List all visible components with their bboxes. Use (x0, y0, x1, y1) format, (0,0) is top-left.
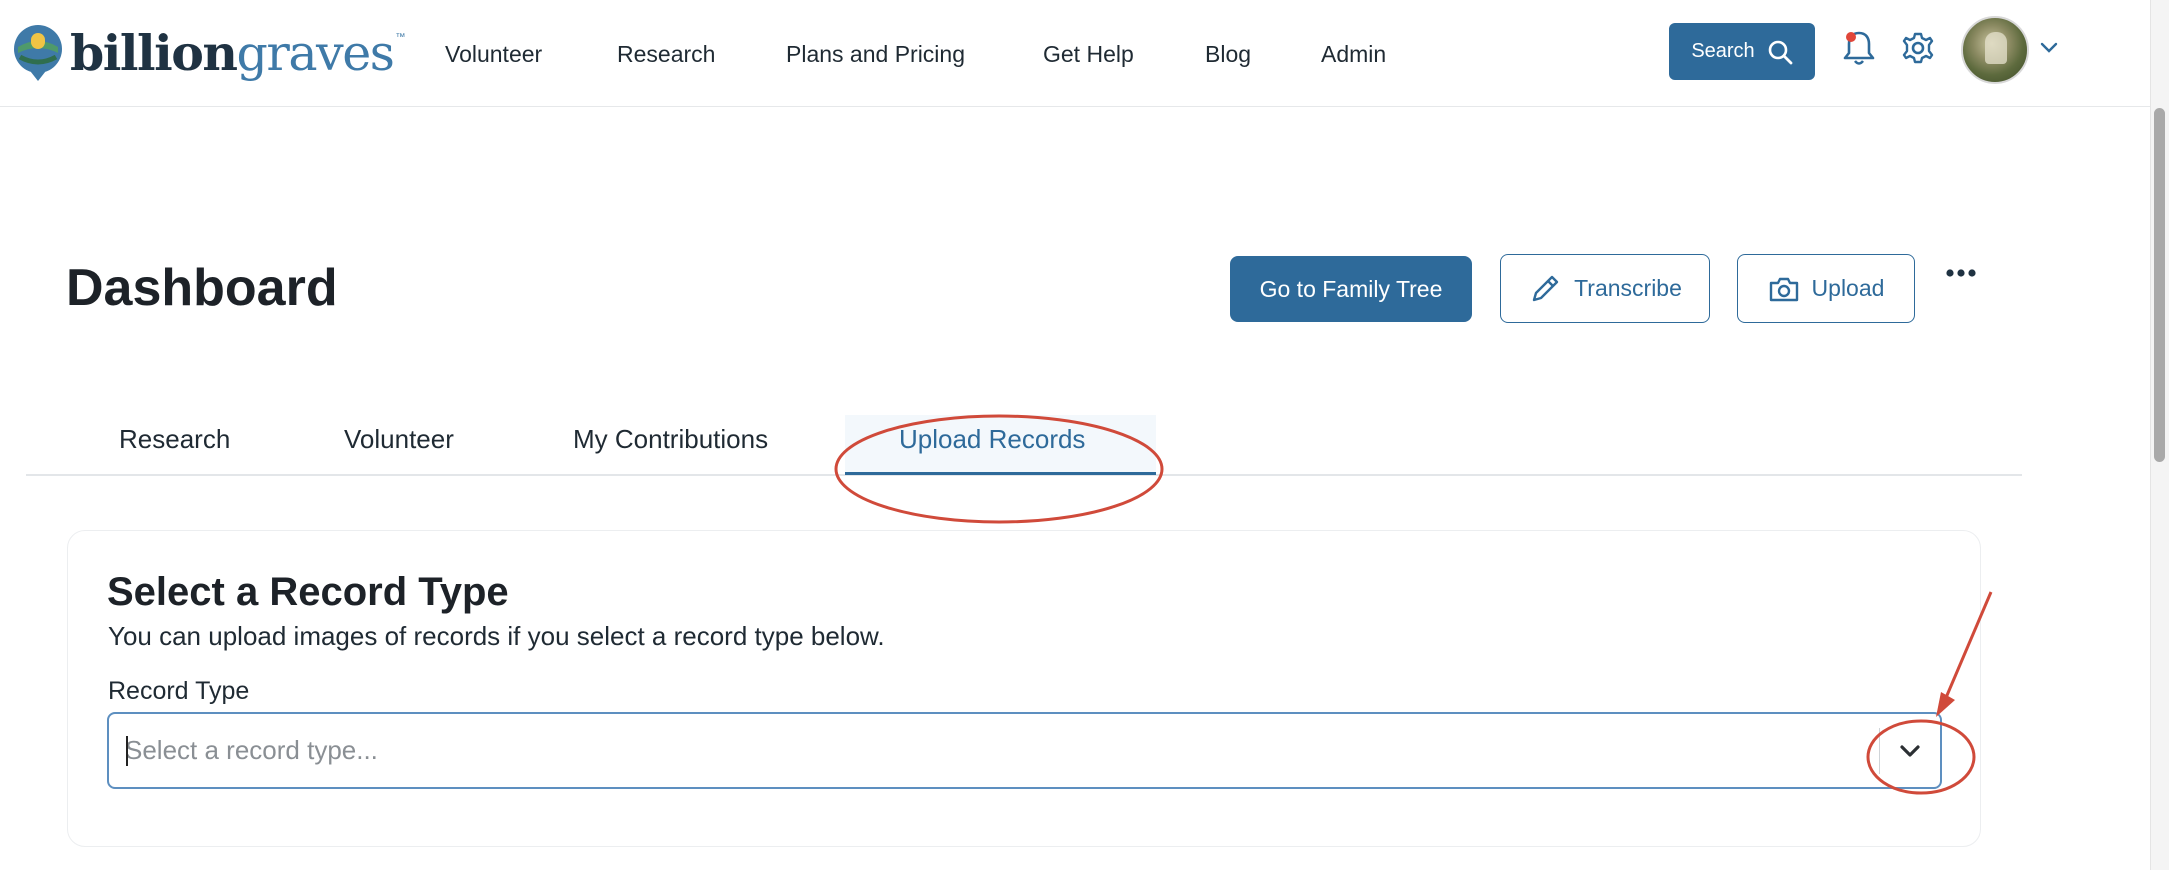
logo-trademark: ™ (395, 32, 406, 43)
top-navigation-bar: billiongraves ™ Volunteer Research Plans… (0, 0, 2150, 107)
tab-upload-records[interactable]: Upload Records (899, 424, 1085, 455)
page-scrollbar[interactable] (2150, 0, 2169, 870)
nav-plans-and-pricing[interactable]: Plans and Pricing (786, 36, 965, 72)
gear-icon[interactable] (1901, 31, 1935, 65)
search-button-label: Search (1691, 40, 1755, 62)
tab-volunteer[interactable]: Volunteer (344, 424, 454, 455)
user-avatar[interactable] (1961, 16, 2029, 84)
transcribe-button-label: Transcribe (1574, 275, 1682, 301)
logo-wordmark: billiongraves (70, 23, 395, 82)
tab-my-contributions[interactable]: My Contributions (573, 424, 768, 455)
transcribe-button[interactable]: Transcribe (1500, 254, 1710, 323)
tab-research[interactable]: Research (119, 424, 230, 455)
upload-button-label: Upload (1811, 275, 1885, 301)
page-title: Dashboard (66, 259, 338, 317)
chevron-down-icon (1900, 744, 1920, 757)
go-to-family-tree-button[interactable]: Go to Family Tree (1230, 256, 1472, 322)
active-tab-indicator (845, 472, 1156, 475)
record-type-label: Record Type (108, 677, 250, 705)
nav-get-help[interactable]: Get Help (1043, 36, 1134, 72)
record-type-placeholder: Select a record type... (125, 735, 378, 765)
pencil-icon (1532, 275, 1559, 301)
record-type-dropdown-toggle[interactable] (1880, 714, 1940, 787)
text-caret (126, 736, 128, 766)
nav-volunteer[interactable]: Volunteer (445, 36, 542, 72)
nav-blog[interactable]: Blog (1205, 36, 1251, 72)
search-icon (1768, 40, 1793, 64)
logo-icon (14, 25, 62, 81)
nav-admin[interactable]: Admin (1321, 36, 1386, 72)
upload-button[interactable]: Upload (1737, 254, 1915, 323)
scrollbar-thumb[interactable] (2154, 108, 2165, 462)
chevron-down-icon[interactable] (2040, 42, 2058, 54)
camera-icon (1769, 277, 1798, 301)
record-type-select[interactable]: Select a record type... (107, 712, 1942, 789)
search-button[interactable]: Search (1669, 23, 1815, 80)
bell-icon[interactable] (1842, 29, 1876, 67)
card-title: Select a Record Type (107, 570, 509, 614)
more-options-icon[interactable] (1945, 268, 1977, 278)
card-description: You can upload images of records if you … (108, 621, 885, 651)
nav-research[interactable]: Research (617, 36, 715, 72)
billiongraves-logo[interactable]: billiongraves ™ (12, 18, 405, 88)
